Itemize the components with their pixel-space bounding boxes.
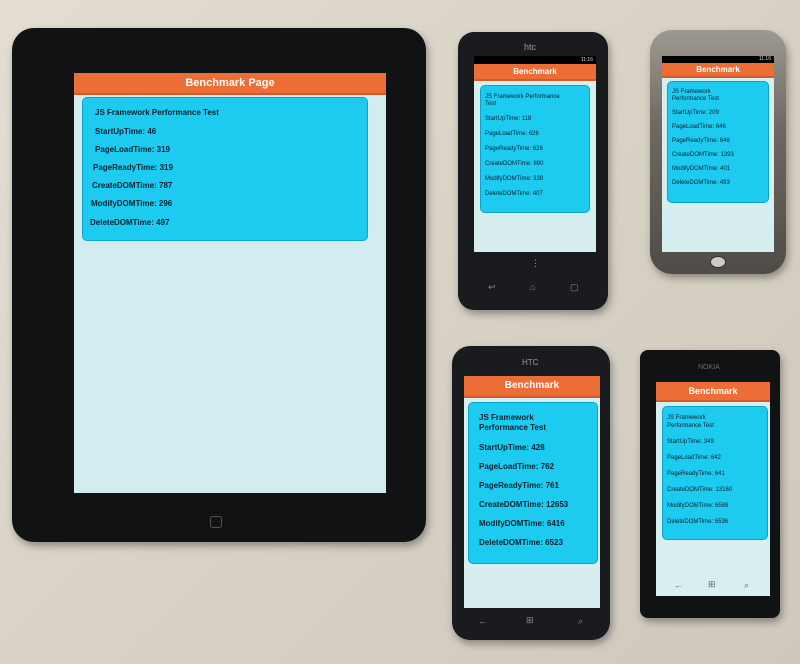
metric-row: DeleteDOMTime: 493	[672, 180, 730, 186]
metric-label: DeleteDOMTime:	[90, 218, 154, 227]
card-heading: Test	[485, 101, 497, 107]
metric-row: PageReadyTime: 319	[93, 163, 173, 172]
metric-row: DeleteDOMTime: 6536	[667, 519, 729, 525]
page-title: Benchmark	[474, 64, 596, 81]
ipad-screen: Benchmark Page JS Framework Performance …	[74, 73, 386, 493]
results-card: JS Framework Performance Test StartUpTim…	[468, 402, 598, 564]
windows-key-icon[interactable]: ⊞	[708, 579, 716, 590]
page-title: Benchmark	[656, 382, 770, 402]
search-key-icon[interactable]: ▢	[570, 282, 579, 293]
home-button[interactable]	[210, 516, 222, 528]
metric-row: CreateDOMTime: 787	[92, 181, 172, 190]
card-heading: JS Framework	[672, 89, 711, 95]
metric-row: StartUpTime: 349	[667, 439, 714, 445]
metric-row: DeleteDOMTime: 497	[90, 218, 169, 227]
back-key-icon[interactable]: ←	[478, 616, 487, 626]
metric-row: PageReadyTime: 646	[672, 138, 730, 144]
status-bar: 11:16	[474, 56, 596, 64]
htc-wp-screen: Benchmark JS Framework Performance Test …	[464, 376, 600, 608]
metric-row: DeleteDOMTime: 6523	[479, 538, 563, 547]
htc-android-screen: 11:16 Benchmark JS Framework Performance…	[474, 56, 596, 252]
metric-row: StartUpTime: 209	[672, 110, 719, 116]
metric-value: 46	[147, 127, 157, 136]
search-key-icon[interactable]: ⌕	[578, 616, 583, 627]
card-heading: Performance Test	[667, 423, 714, 429]
metric-label: StartUpTime:	[95, 127, 146, 136]
nexus-one-screen: 11:16 Benchmark JS Framework Performance…	[662, 56, 774, 252]
brand-logo: NOKIA	[698, 364, 720, 371]
card-heading: JS Framework	[479, 413, 534, 422]
metric-label: CreateDOMTime:	[92, 181, 157, 190]
metric-row: StartUpTime: 118	[485, 116, 532, 122]
metric-label: ModifyDOMTime:	[91, 199, 157, 208]
page-title: Benchmark Page	[74, 73, 386, 95]
metric-row: PageLoadTime: 319	[95, 145, 170, 154]
metric-row: StartUpTime: 428	[479, 443, 545, 452]
metric-row: ModifyDOMTime: 6416	[479, 519, 565, 528]
card-heading: Performance Test	[672, 96, 719, 102]
ipad-device: Benchmark Page JS Framework Performance …	[12, 28, 426, 542]
metric-row: ModifyDOMTime: 296	[91, 199, 172, 208]
status-time: 11:16	[758, 56, 771, 62]
search-key-icon[interactable]: ⌕	[744, 580, 749, 591]
status-bar: 11:16	[662, 56, 774, 63]
metric-row: PageReadyTime: 641	[667, 471, 725, 477]
metric-row: PageLoadTime: 626	[485, 131, 539, 137]
metric-row: ModifyDOMTime: 338	[485, 176, 544, 182]
metric-row: PageLoadTime: 642	[667, 455, 721, 461]
metric-value: 296	[158, 199, 173, 208]
page-title: Benchmark	[464, 376, 600, 398]
metric-row: StartUpTime: 46	[95, 127, 156, 136]
card-heading: Performance Test	[479, 423, 546, 432]
page-title: Benchmark	[662, 63, 774, 78]
htc-windows-phone-device: HTC Benchmark JS Framework Performance T…	[452, 346, 610, 640]
nokia-screen: Benchmark JS Framework Performance Test …	[656, 382, 770, 596]
back-key-icon[interactable]: ↩	[488, 282, 496, 293]
metric-value: 497	[156, 218, 170, 227]
metric-value: 787	[159, 181, 173, 190]
brand-logo: htc	[524, 42, 537, 52]
metric-label: PageLoadTime:	[95, 145, 155, 154]
card-heading: JS Framework Performance Test	[95, 108, 219, 117]
metric-row: DeleteDOMTime: 407	[485, 191, 543, 197]
metric-row: ModifyDOMTime: 401	[672, 166, 731, 172]
results-card: JS Framework Performance Test StartUpTim…	[480, 85, 590, 213]
metric-row: CreateDOMTime: 13160	[667, 487, 733, 493]
metric-row: ModifyDOMTime: 6588	[667, 503, 729, 509]
metric-row: PageReadyTime: 626	[485, 146, 543, 152]
htc-android-device: htc 11:16 Benchmark JS Framework Perform…	[458, 32, 608, 310]
metric-row: CreateDOMTime: 890	[485, 161, 544, 167]
results-card: JS Framework Performance Test StartUpTim…	[82, 97, 368, 241]
metric-row: CreateDOMTime: 1393	[672, 152, 734, 158]
brand-logo: HTC	[522, 358, 539, 367]
metric-value: 319	[156, 145, 171, 154]
card-heading: JS Framework Performance	[485, 94, 560, 100]
nexus-one-device: 11:16 Benchmark JS Framework Performance…	[650, 30, 786, 274]
metric-value: 319	[159, 163, 173, 172]
metric-row: PageLoadTime: 646	[672, 124, 726, 130]
back-key-icon[interactable]: ←	[674, 580, 683, 590]
windows-key-icon[interactable]: ⊞	[526, 615, 534, 626]
menu-key-icon[interactable]: ⋮	[531, 258, 540, 269]
card-heading: JS Framework	[667, 415, 706, 421]
metric-row: PageLoadTime: 762	[479, 462, 555, 471]
metric-label: PageReadyTime:	[93, 163, 158, 172]
results-card: JS Framework Performance Test StartUpTim…	[667, 81, 769, 203]
metric-row: CreateDOMTime: 12653	[479, 500, 569, 509]
home-key-icon[interactable]: ⌂	[530, 282, 535, 292]
nokia-lumia-device: NOKIA Benchmark JS Framework Performance…	[640, 350, 780, 618]
trackball[interactable]	[710, 256, 726, 268]
results-card: JS Framework Performance Test StartUpTim…	[662, 406, 768, 540]
status-time: 11:16	[580, 57, 593, 63]
metric-row: PageReadyTime: 761	[479, 481, 559, 490]
